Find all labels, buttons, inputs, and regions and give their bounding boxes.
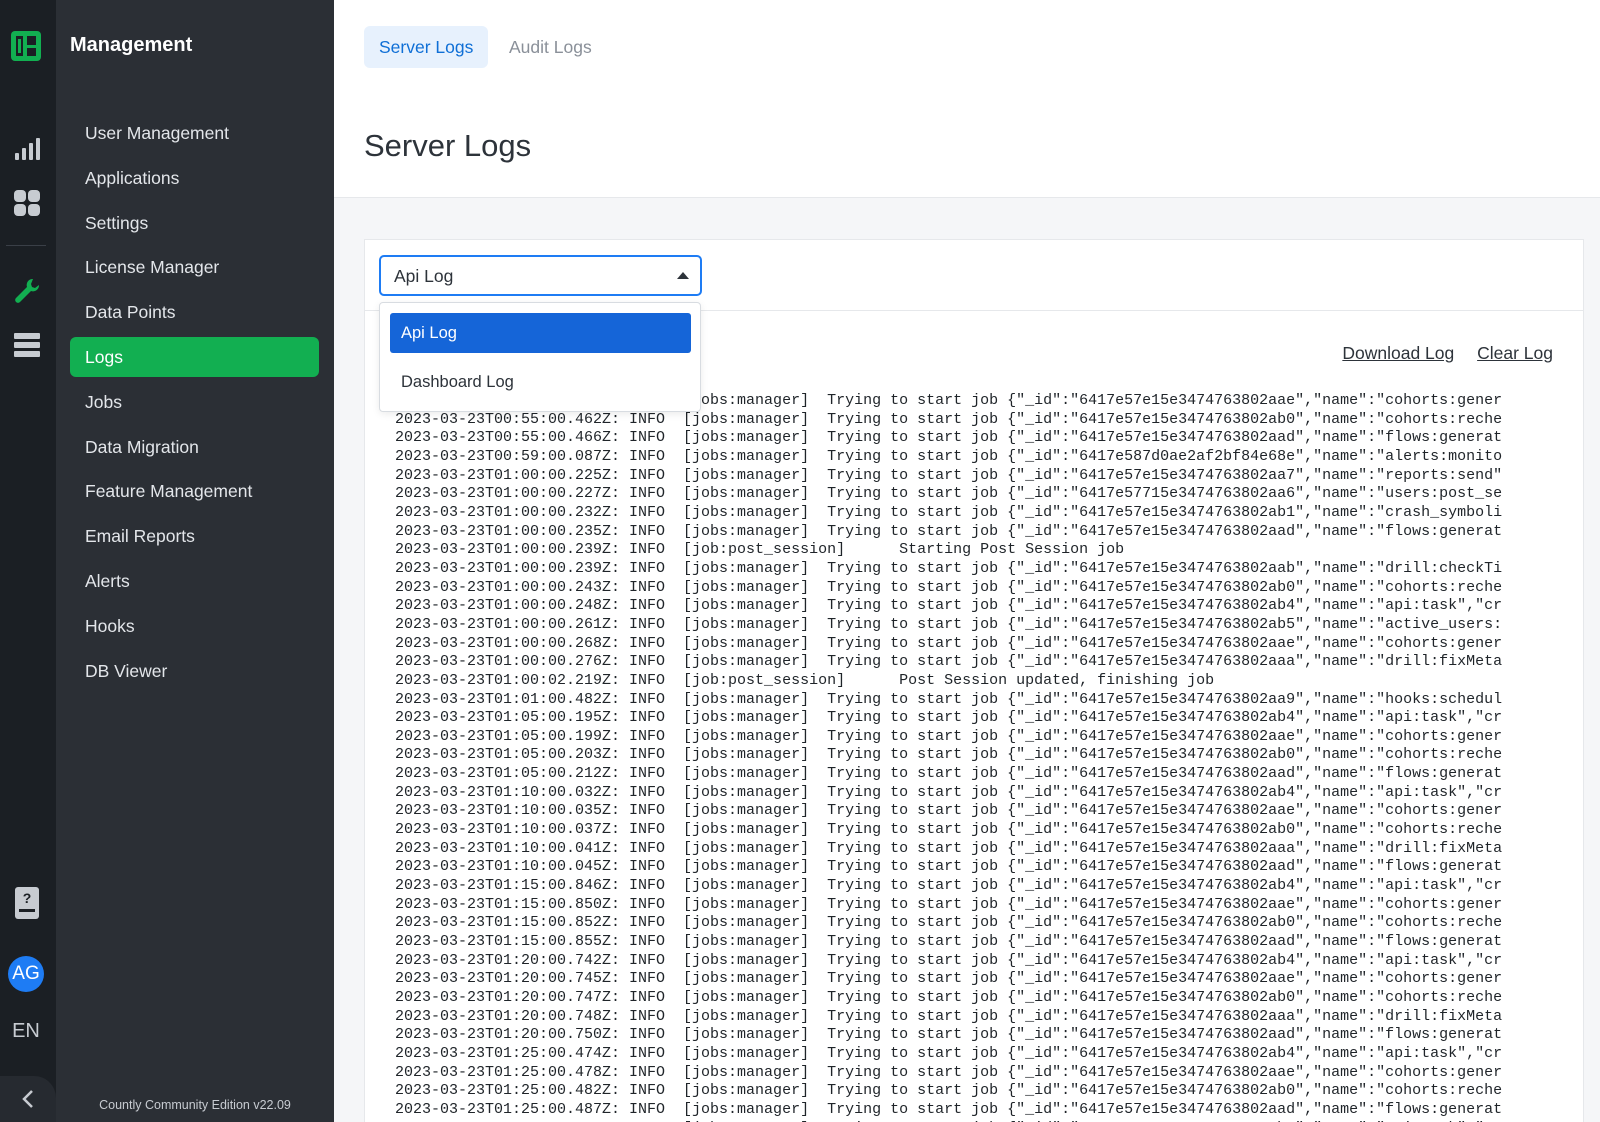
chevron-left-icon [22,1090,33,1108]
svg-text:?: ? [23,890,32,906]
dashboard-grid-icon[interactable] [12,188,42,218]
download-log-link[interactable]: Download Log [1342,343,1454,363]
help-icon[interactable]: ? [12,887,42,919]
analytics-bar-icon[interactable] [12,134,42,164]
clear-log-link[interactable]: Clear Log [1477,343,1553,363]
main-content: Server Logs Audit Logs Server Logs Api L… [334,0,1600,1122]
sidebar-item-user-management[interactable]: User Management [70,113,319,153]
caret-up-icon [677,272,689,279]
server-icon[interactable] [12,330,42,360]
page-title: Server Logs [364,128,532,163]
language-selector[interactable]: EN [0,1020,52,1043]
page-header: Server Logs Audit Logs Server Logs [334,0,1600,198]
sidebar-title: Management [70,34,193,56]
sidebar-item-email-reports[interactable]: Email Reports [70,516,319,556]
tab-server-logs[interactable]: Server Logs [364,26,489,68]
sidebar-item-hooks[interactable]: Hooks [70,606,319,646]
sidebar-item-data-migration[interactable]: Data Migration [70,427,319,467]
dropdown-option-dashboard-log[interactable]: Dashboard Log [390,362,691,402]
sidebar-nav: User Management Applications Settings Li… [70,113,319,695]
countly-logo-icon[interactable] [10,30,42,62]
log-type-dropdown: Api Log Dashboard Log [379,302,701,412]
sidebar-item-logs[interactable]: Logs [70,336,319,377]
logs-toolbar: Api Log [365,240,1583,311]
sidebar-item-license-manager[interactable]: License Manager [70,247,319,287]
management-sidebar: Management User Management Applications … [56,0,334,1122]
tab-audit-logs[interactable]: Audit Logs [494,26,607,68]
wrench-icon[interactable] [12,276,42,306]
rail-divider [6,245,46,246]
icon-rail: ? AG EN [0,0,56,1122]
log-actions: Download Log Clear Log [1324,343,1553,364]
sidebar-item-applications[interactable]: Applications [70,158,319,198]
log-output[interactable]: 2023-03-23T00:55:00.462Z: INFO [jobs:man… [395,392,1585,1122]
sidebar-item-jobs[interactable]: Jobs [70,382,319,422]
log-text: 2023-03-23T00:55:00.462Z: INFO [jobs:man… [395,392,1503,1122]
log-type-select-value: Api Log [394,266,454,286]
sidebar-item-feature-management[interactable]: Feature Management [70,471,319,511]
dropdown-option-api-log[interactable]: Api Log [390,313,691,353]
sidebar-item-alerts[interactable]: Alerts [70,561,319,601]
user-avatar[interactable]: AG [8,956,44,992]
log-type-select[interactable]: Api Log [379,255,702,296]
sidebar-item-settings[interactable]: Settings [70,203,319,243]
sidebar-item-db-viewer[interactable]: DB Viewer [70,651,319,691]
collapse-sidebar-button[interactable] [0,1076,56,1122]
version-footer: Countly Community Edition v22.09 [99,1098,291,1112]
sidebar-item-data-points[interactable]: Data Points [70,292,319,332]
